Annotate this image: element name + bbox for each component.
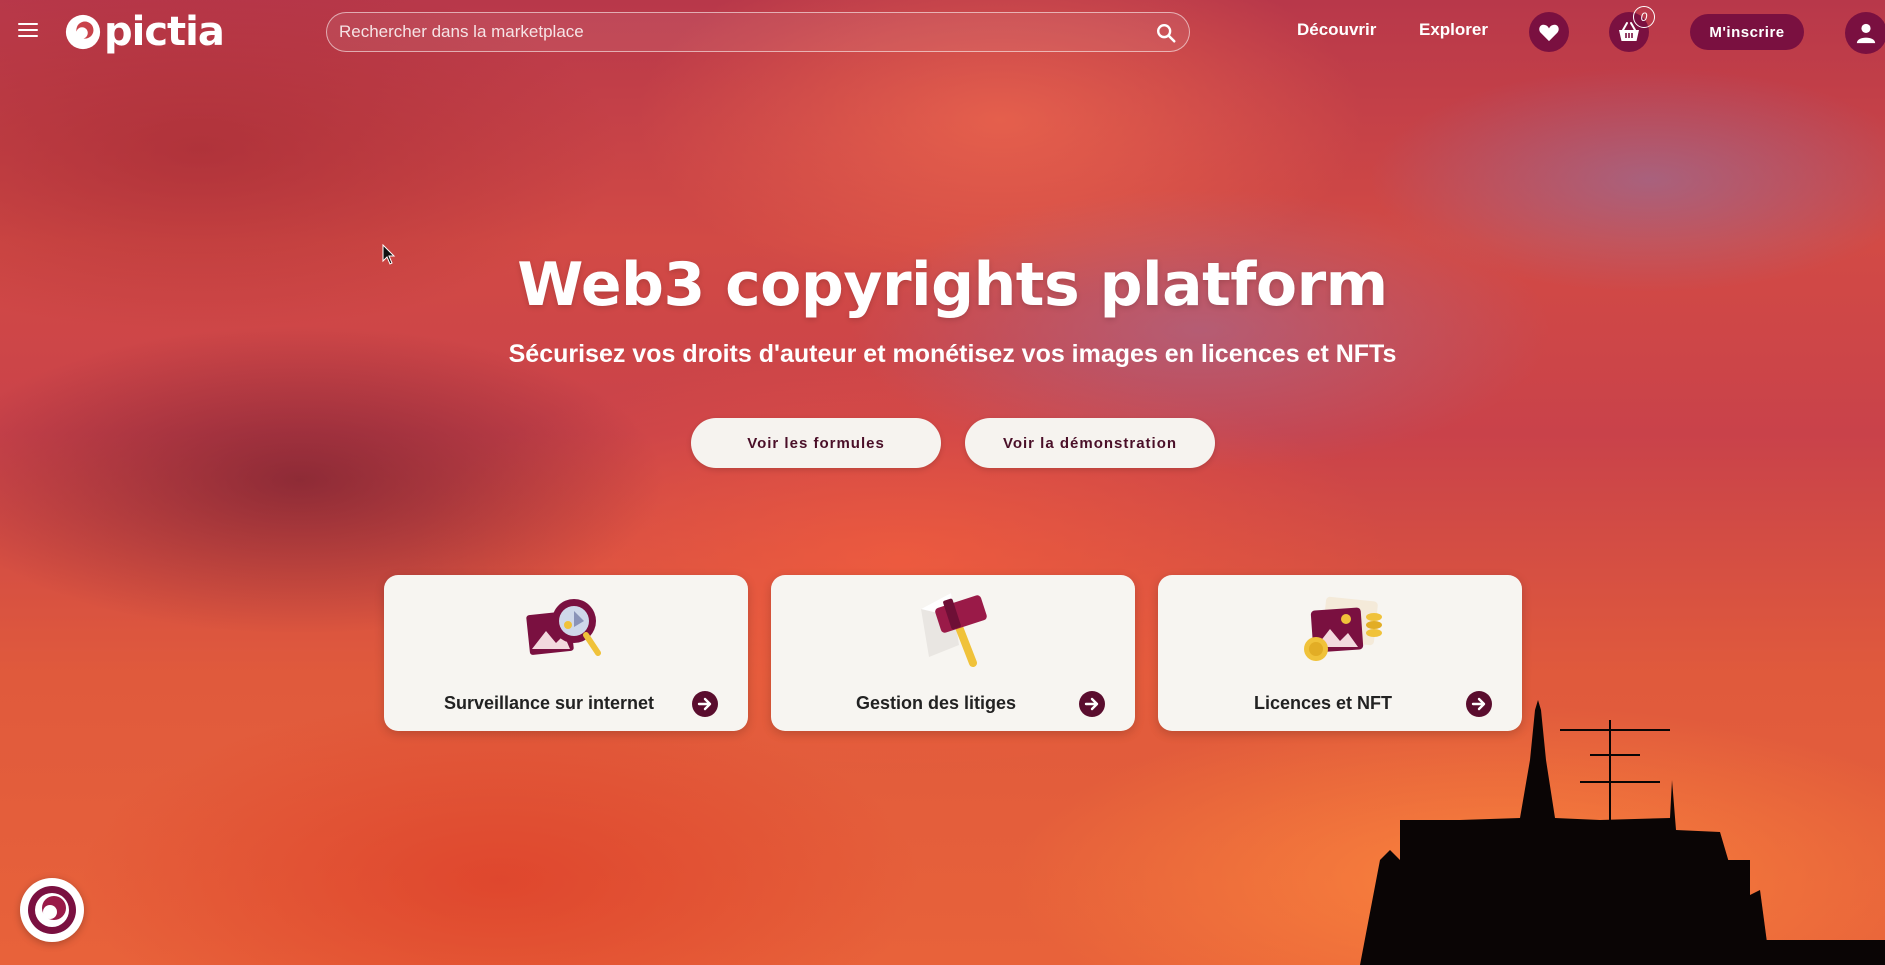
hero-title: Web3 copyrights platform [517, 250, 1388, 320]
cart-button[interactable]: 0 [1609, 6, 1655, 52]
view-demo-button[interactable]: Voir la démonstration [965, 418, 1215, 468]
search-icon[interactable] [1155, 22, 1177, 44]
hero-subtitle: Sécurisez vos droits d'auteur et monétis… [508, 340, 1397, 368]
view-plans-button[interactable]: Voir les formules [691, 418, 941, 468]
arrow-right-icon[interactable] [1466, 691, 1492, 717]
gavel-icon [921, 593, 987, 667]
user-icon [1856, 23, 1876, 44]
cart-count-badge: 0 [1633, 6, 1655, 28]
arrow-right-icon[interactable] [1079, 691, 1105, 717]
favorites-button[interactable] [1529, 12, 1569, 52]
feature-card-label: Gestion des litiges [855, 693, 1017, 713]
search-bar [326, 12, 1190, 52]
arrow-right-icon[interactable] [692, 691, 718, 717]
pictia-chat-icon [28, 886, 76, 934]
chat-launcher-button[interactable] [20, 878, 84, 942]
brand-name: pictia [104, 9, 225, 55]
account-button[interactable] [1845, 12, 1885, 54]
feature-card-disputes[interactable]: Gestion des litiges [771, 575, 1135, 731]
nav-link-explore[interactable]: Explorer [1419, 20, 1488, 40]
top-navigation-bar: pictia Découvrir Explorer 0 M'inscrire [0, 0, 1885, 62]
logo-mark-icon [65, 14, 101, 50]
mouse-cursor-icon [382, 244, 396, 265]
feature-card-label: Licences et NFT [1253, 693, 1393, 713]
logo[interactable]: pictia [64, 9, 225, 55]
search-input[interactable] [327, 13, 1189, 51]
menu-icon[interactable] [16, 20, 40, 44]
feature-card-label: Surveillance sur internet [443, 693, 655, 713]
feature-card-licences[interactable]: Licences et NFT [1158, 575, 1522, 731]
signup-button[interactable]: M'inscrire [1690, 14, 1804, 50]
church-silhouette [1360, 700, 1885, 965]
nav-link-discover[interactable]: Découvrir [1297, 20, 1376, 40]
image-coins-icon [1304, 596, 1382, 661]
magnifier-image-icon [526, 599, 601, 656]
feature-card-monitoring[interactable]: Surveillance sur internet [384, 575, 748, 731]
heart-icon [1539, 24, 1559, 42]
